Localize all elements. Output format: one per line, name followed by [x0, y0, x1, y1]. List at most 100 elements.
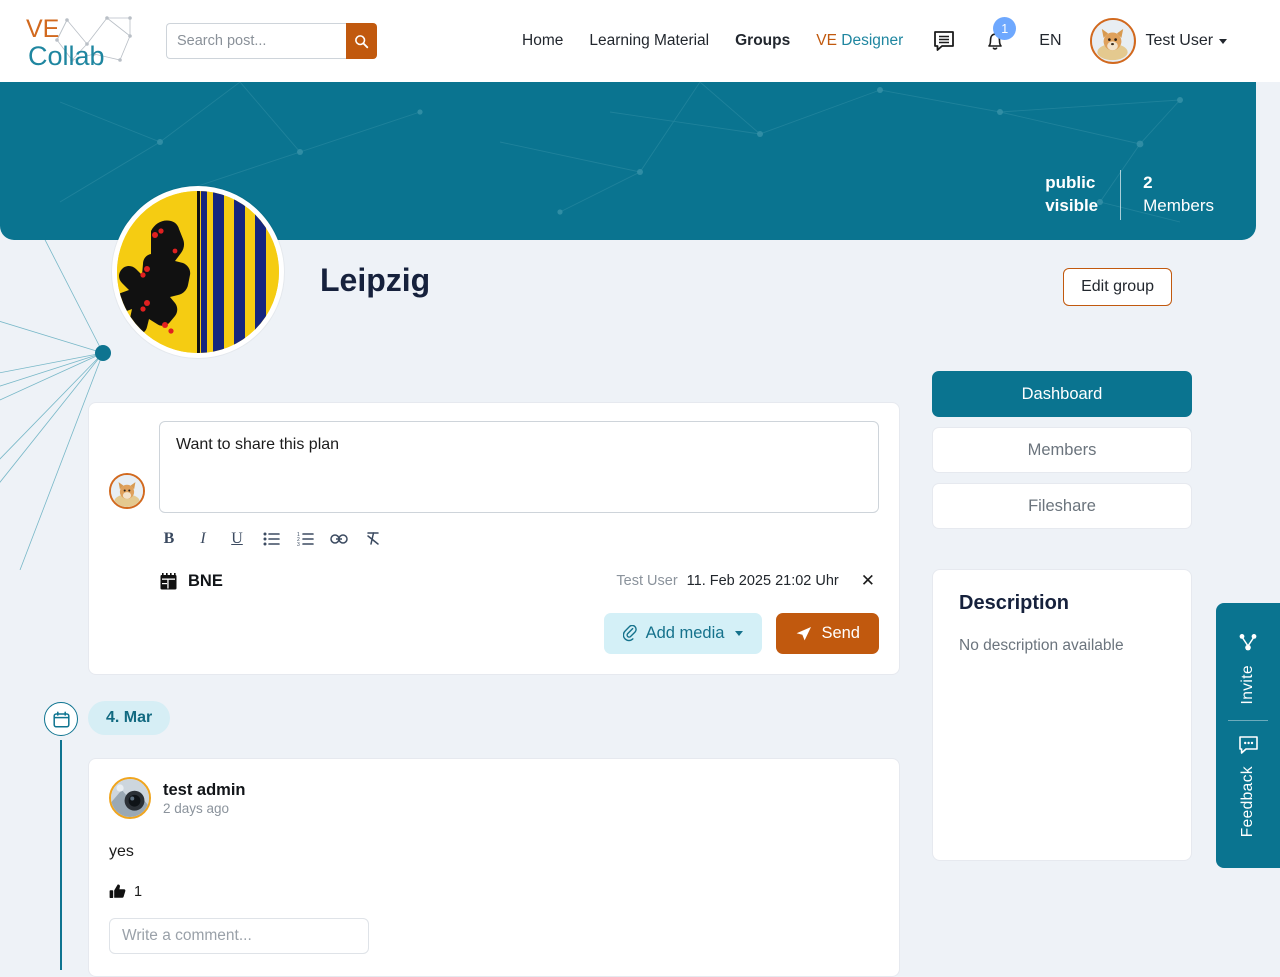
nav-item-home[interactable]: Home: [522, 32, 563, 50]
sidebar-item-dashboard[interactable]: Dashboard: [932, 371, 1192, 417]
avatar-fox-image: [1091, 20, 1133, 61]
attachment-meta: Test User 11. Feb 2025 21:02 Uhr ✕: [616, 571, 879, 591]
like-count: 1: [134, 883, 143, 900]
nav-designer-text: Designer: [841, 32, 904, 49]
ve-collab-logo[interactable]: VE Collab: [12, 10, 142, 72]
visibility-line-2: visible: [1045, 196, 1099, 215]
post-card: test admin 2 days ago yes 1: [88, 758, 900, 977]
composer-actions: Add media Send: [109, 613, 879, 654]
composer-avatar: [109, 473, 145, 509]
comment-input[interactable]: [109, 918, 369, 954]
sidebar-item-label: Members: [1027, 440, 1097, 459]
italic-icon[interactable]: I: [193, 529, 213, 549]
avatar-camera-image: [111, 779, 149, 817]
group-stats: public visible 2 Members: [1045, 170, 1214, 220]
stats-divider: [1120, 170, 1122, 220]
chevron-down-icon: [735, 631, 744, 636]
link-icon[interactable]: [329, 529, 349, 549]
description-card: Description No description available: [932, 569, 1192, 861]
chevron-down-icon: [1219, 38, 1228, 44]
post-text-input[interactable]: Want to share this plan: [159, 421, 879, 513]
svg-text:3: 3: [297, 542, 300, 546]
app-header: VE Collab Home Learning Material Groups …: [0, 0, 1280, 82]
feed-date-chip: 4. Mar: [88, 701, 171, 735]
attachment-name: BNE: [188, 571, 223, 590]
members-count: 2: [1143, 173, 1153, 193]
nav-ve-text: VE: [816, 32, 837, 49]
visibility-line-1: public: [1045, 173, 1096, 193]
search-button[interactable]: [346, 23, 377, 59]
logo-ve-text: VE: [26, 15, 59, 43]
invite-tab[interactable]: Invite: [1216, 619, 1280, 720]
group-avatar: [112, 186, 284, 358]
members-label: Members: [1143, 196, 1214, 215]
main-nav: Home Learning Material Groups VE Designe…: [522, 32, 903, 50]
user-menu[interactable]: Test User: [1089, 18, 1228, 64]
calendar-icon: [52, 710, 70, 728]
thumbs-up-icon: [109, 884, 126, 898]
nav-item-learning-material[interactable]: Learning Material: [589, 32, 709, 50]
sidebar-item-members[interactable]: Members: [932, 427, 1192, 473]
visibility-stat: public visible: [1045, 172, 1098, 217]
attachment-author: Test User: [616, 573, 678, 589]
network-hub-node: [95, 345, 111, 361]
search-input[interactable]: [166, 23, 346, 59]
share-network-icon: [1239, 634, 1257, 651]
search-icon: [355, 34, 369, 48]
feedback-tab-label: Feedback: [1239, 766, 1256, 838]
paperclip-icon: [622, 625, 637, 642]
send-button[interactable]: Send: [776, 613, 879, 654]
timeline-date-node: [44, 702, 78, 736]
feedback-tab[interactable]: Feedback: [1216, 721, 1280, 853]
logo-graphic: VE Collab: [26, 15, 132, 71]
messages-button[interactable]: [933, 30, 955, 52]
notifications-button[interactable]: 1: [985, 17, 1017, 52]
attachment-date: 11. Feb 2025 21:02 Uhr: [686, 573, 839, 589]
rich-text-toolbar: B I U 123: [159, 529, 879, 549]
edit-group-button[interactable]: Edit group: [1063, 268, 1172, 306]
composer-input-row: Want to share this plan: [109, 421, 879, 513]
underline-icon[interactable]: U: [227, 529, 247, 549]
user-name-label: Test User: [1145, 32, 1214, 49]
attached-plan-row[interactable]: BNE Test User 11. Feb 2025 21:02 Uhr ✕: [159, 571, 879, 591]
feedback-comment-icon: [1238, 736, 1258, 755]
description-body: No description available: [959, 637, 1124, 654]
logo-collab-text: Collab: [28, 41, 105, 71]
header-icons: 1 EN: [933, 17, 1062, 52]
floating-side-tabs: Invite Feedback: [1216, 603, 1280, 868]
send-label: Send: [821, 624, 860, 642]
post-author-name: test admin: [163, 781, 246, 800]
notification-badge: 1: [993, 17, 1017, 40]
post-header: test admin 2 days ago: [109, 777, 879, 819]
invite-tab-label: Invite: [1239, 665, 1256, 705]
timeline-connector: [60, 740, 62, 970]
description-title: Description: [959, 592, 1070, 614]
add-media-label: Add media: [645, 624, 725, 642]
send-paper-plane-icon: [797, 627, 812, 641]
language-selector[interactable]: EN: [1039, 32, 1061, 50]
sidebar-item-label: Fileshare: [1028, 496, 1096, 515]
clear-format-icon[interactable]: [363, 529, 383, 549]
remove-attachment-button[interactable]: ✕: [857, 571, 879, 591]
search-box: [166, 23, 377, 59]
bold-icon[interactable]: B: [159, 529, 179, 549]
post-body-text: yes: [109, 843, 134, 860]
post-author-avatar[interactable]: [109, 777, 151, 819]
sidebar-item-fileshare[interactable]: Fileshare: [932, 483, 1192, 529]
numbered-list-icon[interactable]: 123: [295, 529, 315, 549]
chat-bubble-icon: [934, 31, 955, 51]
post-composer: Want to share this plan B I U 123 BNE Te…: [88, 402, 900, 675]
nav-item-groups[interactable]: Groups: [735, 32, 790, 50]
page-title: Leipzig: [320, 262, 431, 298]
add-media-button[interactable]: Add media: [603, 613, 763, 654]
post-author-block: test admin 2 days ago: [163, 780, 246, 816]
leipzig-coat-of-arms-image: [117, 191, 279, 353]
nav-item-ve-designer[interactable]: VE Designer: [816, 32, 903, 50]
plan-document-icon: [160, 572, 177, 589]
post-like-row[interactable]: 1: [109, 883, 879, 900]
members-stat: 2 Members: [1143, 172, 1214, 217]
avatar: [1089, 18, 1136, 64]
bullet-list-icon[interactable]: [261, 529, 281, 549]
sidebar-item-label: Dashboard: [1021, 384, 1103, 403]
avatar-fox-image: [111, 475, 143, 507]
